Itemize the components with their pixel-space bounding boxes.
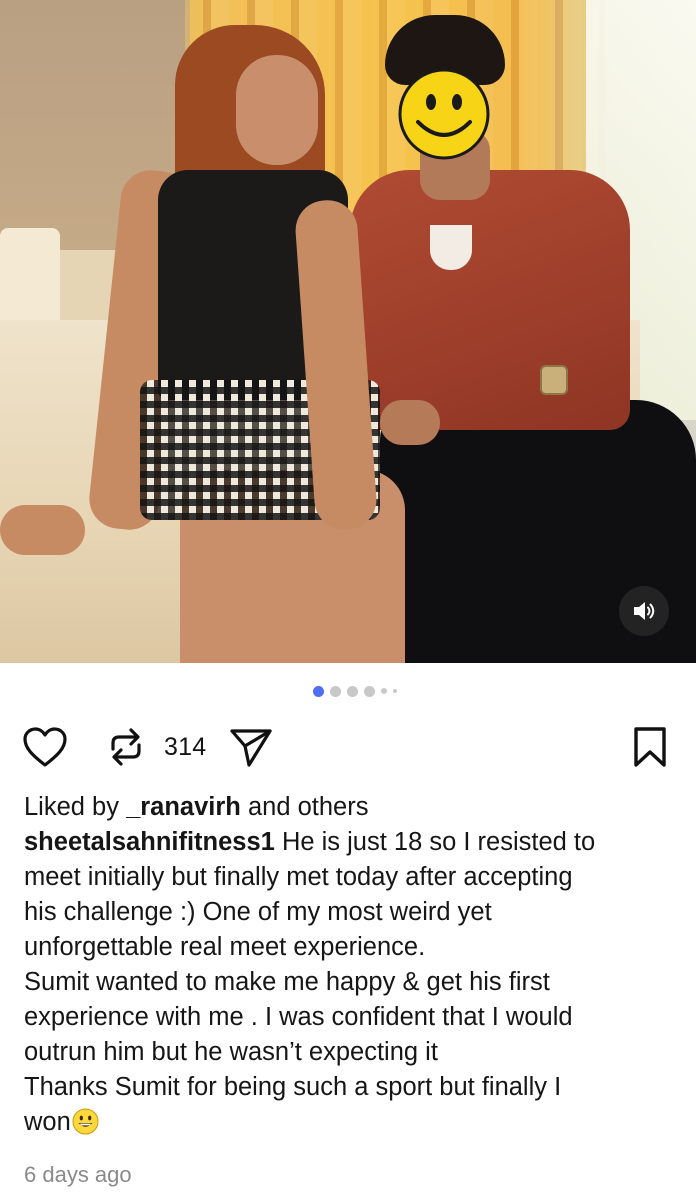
caption-line: his challenge :) One of my most weird ye… [24, 898, 492, 926]
carousel-dot [393, 689, 397, 693]
liked-by-line: Liked by _ranavirh and others [24, 790, 674, 825]
carousel-dot [330, 685, 341, 697]
post-photo[interactable] [0, 0, 696, 663]
man-figure-shirt [350, 170, 630, 430]
caption-line: meet initially but finally met today aft… [24, 863, 573, 891]
carousel-dot [347, 685, 358, 697]
repost-icon [111, 728, 141, 766]
caption-text: He is just 18 so I resisted to [274, 828, 596, 856]
caption-username-link[interactable]: sheetalsahnifitness1 [24, 828, 275, 856]
repost-button[interactable] [106, 722, 146, 772]
caption-line: sheetalsahnifitness1 He is just 18 so I … [24, 825, 674, 860]
caption-line: unforgettable real meet experience. [24, 933, 426, 961]
carousel-dot [381, 688, 387, 694]
send-icon [230, 729, 272, 767]
photo-pillow [0, 228, 60, 328]
caption-line: won [24, 1105, 674, 1140]
caption-text: won [24, 1108, 71, 1136]
heart-icon [23, 727, 67, 767]
caption-line: Thanks Sumit for being such a sport but … [24, 1073, 562, 1101]
post-caption: sheetalsahnifitness1 He is just 18 so I … [24, 825, 674, 1140]
bookmark-icon [634, 727, 666, 767]
save-button[interactable] [632, 722, 668, 772]
wristwatch [540, 365, 568, 395]
carousel-indicator [0, 684, 696, 698]
smiley-face-sticker-icon [398, 68, 490, 160]
woman-figure-face [236, 55, 318, 165]
woman-figure-hand [0, 505, 85, 555]
carousel-dot [364, 685, 375, 697]
post-actions-bar: 314 [22, 722, 674, 772]
like-button[interactable] [22, 722, 68, 772]
repost-count: 314 [164, 732, 207, 761]
grinning-face-emoji-icon [72, 1108, 99, 1135]
share-button[interactable] [228, 722, 274, 772]
man-figure-undershirt [430, 225, 472, 270]
man-figure-hand [380, 400, 440, 445]
sound-toggle-button[interactable] [619, 586, 669, 636]
liked-by-username-link[interactable]: _ranavirh [126, 793, 241, 821]
post-timestamp: 6 days ago [24, 1162, 132, 1187]
post-text: Liked by _ranavirh and others sheetalsah… [24, 790, 674, 1140]
liked-by-suffix[interactable]: and others [241, 793, 369, 821]
liked-by-prefix: Liked by [24, 793, 127, 821]
caption-line: experience with me . I was confident tha… [24, 1003, 573, 1031]
carousel-dot-active [313, 685, 324, 697]
speaker-icon [634, 602, 655, 620]
caption-line: outrun him but he wasn’t expecting it [24, 1038, 438, 1066]
caption-line: Sumit wanted to make me happy & get his … [24, 968, 550, 996]
